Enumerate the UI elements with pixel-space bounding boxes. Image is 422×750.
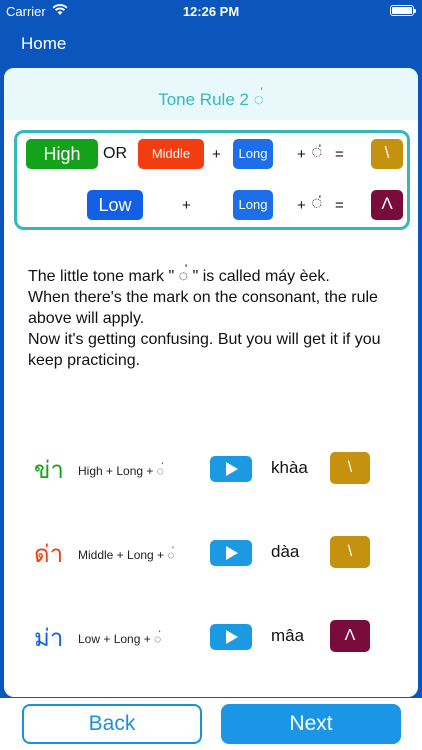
- play-icon: [226, 630, 238, 644]
- low-class-tag: Low: [87, 190, 143, 220]
- example-formula: Low + Long + ◌่: [78, 632, 162, 646]
- plus-sign: +: [182, 197, 191, 214]
- explanation-line: The little tone mark " ◌่ " is called má…: [28, 268, 330, 285]
- next-button[interactable]: Next: [221, 704, 401, 744]
- equals-sign: =: [335, 197, 344, 214]
- plus-sign: +: [297, 197, 306, 214]
- example-formula: High + Long + ◌่: [78, 464, 164, 478]
- tone-rule-box: High OR Middle + Long + ◌่ = \ Low + Lon…: [14, 130, 410, 230]
- explanation-line: Now it's getting confusing. But you will…: [28, 331, 381, 369]
- example-formula: Middle + Long + ◌่: [78, 548, 175, 562]
- transliteration: khàa: [271, 458, 308, 477]
- play-icon: [226, 546, 238, 560]
- falling-tone-badge: \: [330, 536, 370, 568]
- title-band: Tone Rule 2 ◌่: [4, 68, 418, 120]
- tone-mark: ◌่: [312, 144, 322, 161]
- equals-sign: =: [335, 146, 344, 163]
- play-icon: [226, 462, 238, 476]
- page-title: Tone Rule 2 ◌่: [158, 90, 264, 109]
- home-button[interactable]: Home: [21, 34, 66, 54]
- plus-sign: +: [297, 146, 306, 163]
- battery-icon: [390, 5, 416, 16]
- play-audio-button[interactable]: [210, 456, 252, 482]
- clock: 12:26 PM: [182, 4, 240, 19]
- thai-word: ม่า: [34, 624, 64, 652]
- status-bar: Carrier 12:26 PM: [0, 0, 422, 22]
- long-vowel-tag: Long: [233, 190, 273, 220]
- tone-mark: ◌่: [312, 195, 322, 212]
- rising-tone-badge: Λ: [330, 620, 370, 652]
- thai-word: ข่า: [34, 456, 64, 484]
- play-audio-button[interactable]: [210, 540, 252, 566]
- falling-tone-badge: \: [330, 452, 370, 484]
- play-audio-button[interactable]: [210, 624, 252, 650]
- lesson-card: Tone Rule 2 ◌่ High OR Middle + Long + ◌…: [4, 68, 418, 697]
- long-vowel-tag: Long: [233, 139, 273, 169]
- example-row: ด่า Middle + Long + ◌่ dàa \: [4, 532, 418, 572]
- high-class-tag: High: [26, 139, 98, 169]
- explanation-text: The little tone mark " ◌่ " is called má…: [28, 266, 400, 371]
- plus-sign: +: [212, 146, 221, 163]
- example-row: ม่า Low + Long + ◌่ mâa Λ: [4, 616, 418, 656]
- middle-class-tag: Middle: [138, 139, 204, 169]
- back-button[interactable]: Back: [22, 704, 202, 744]
- explanation-line: When there's the mark on the consonant, …: [28, 289, 378, 327]
- falling-tone-badge: \: [371, 139, 403, 169]
- nav-bar: Home: [0, 22, 422, 66]
- example-row: ข่า High + Long + ◌่ khàa \: [4, 448, 418, 488]
- bottom-bar: Back Next: [0, 698, 422, 750]
- thai-word: ด่า: [34, 540, 64, 568]
- transliteration: dàa: [271, 542, 300, 561]
- or-label: OR: [103, 145, 127, 162]
- transliteration: mâa: [271, 626, 305, 645]
- rising-tone-badge: Λ: [371, 190, 403, 220]
